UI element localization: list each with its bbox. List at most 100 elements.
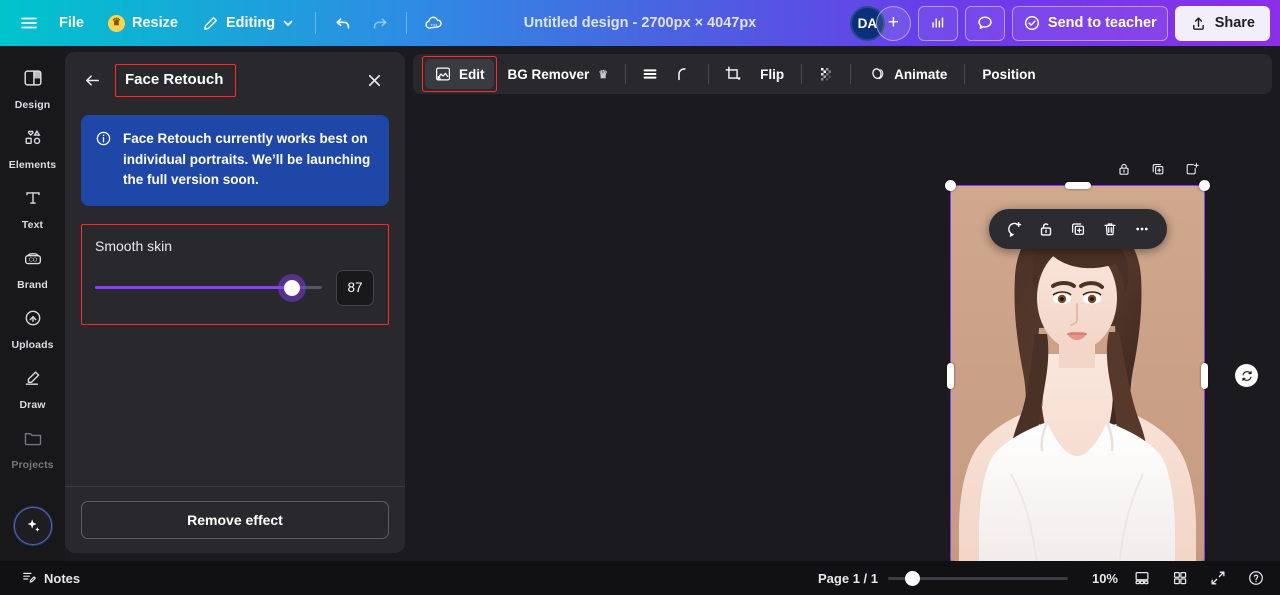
- animate-label: Animate: [894, 67, 947, 82]
- lock-page-icon[interactable]: [1112, 158, 1136, 180]
- presentation-view-icon[interactable]: [1128, 565, 1156, 591]
- share-button[interactable]: Share: [1175, 6, 1270, 41]
- add-page-icon[interactable]: [1180, 158, 1204, 180]
- notes-label: Notes: [44, 571, 80, 586]
- help-question-icon[interactable]: [1242, 565, 1270, 591]
- adjust-lines-icon[interactable]: [634, 59, 666, 89]
- smooth-skin-control-highlight: Smooth skin 87: [81, 224, 389, 325]
- unlock-icon[interactable]: [1031, 214, 1061, 244]
- close-x-icon[interactable]: [359, 65, 389, 95]
- toolbar-divider-4: [850, 64, 851, 84]
- sidebar-item-projects[interactable]: Projects: [3, 418, 63, 478]
- editing-label: Editing: [226, 15, 275, 31]
- sidebar-item-elements-label: Elements: [9, 159, 57, 171]
- comment-button[interactable]: [965, 6, 1005, 41]
- sidebar-item-design-label: Design: [15, 99, 51, 111]
- notes-button[interactable]: Notes: [14, 565, 87, 592]
- resize-button[interactable]: ♛ Resize: [97, 7, 189, 39]
- animate-button[interactable]: Animate: [859, 59, 956, 89]
- edit-button-highlight: Edit: [422, 56, 497, 92]
- sidebar-item-design[interactable]: Design: [3, 58, 63, 118]
- share-label: Share: [1215, 15, 1255, 31]
- fullscreen-expand-icon[interactable]: [1204, 565, 1232, 591]
- send-to-teacher-button[interactable]: Send to teacher: [1012, 6, 1168, 41]
- editing-mode-button[interactable]: Editing: [191, 7, 305, 39]
- resize-handle-top[interactable]: [1065, 182, 1091, 189]
- top-bar: File ♛ Resize Editing: [0, 0, 1280, 46]
- selected-image-element[interactable]: [951, 186, 1204, 561]
- notes-icon: [21, 569, 37, 588]
- elements-shapes-icon: [22, 127, 44, 154]
- position-label: Position: [982, 67, 1035, 82]
- smooth-skin-slider[interactable]: [95, 278, 322, 298]
- smooth-skin-value-input[interactable]: 87: [336, 270, 374, 306]
- zoom-slider-knob[interactable]: [905, 571, 920, 586]
- face-retouch-panel: Face Retouch Face Retouch: [65, 52, 405, 553]
- resize-handle-left[interactable]: [947, 363, 954, 389]
- element-floating-toolbar: [989, 209, 1167, 249]
- sidebar-item-brand[interactable]: CO Brand: [3, 238, 63, 298]
- grid-view-icon[interactable]: [1166, 565, 1194, 591]
- editor-body: Design Elements: [0, 46, 1280, 561]
- info-notice-text: Face Retouch currently works best on ind…: [123, 129, 374, 191]
- add-comment-icon[interactable]: [999, 214, 1029, 244]
- sidebar-item-draw-label: Draw: [19, 399, 45, 411]
- resize-handle-top-left[interactable]: [945, 180, 956, 191]
- add-collaborator-button[interactable]: +: [876, 6, 911, 41]
- redo-icon[interactable]: [362, 7, 396, 39]
- smooth-skin-label: Smooth skin: [95, 238, 374, 254]
- trash-delete-icon[interactable]: [1095, 214, 1125, 244]
- back-arrow-icon[interactable]: [77, 65, 107, 95]
- position-button[interactable]: Position: [973, 59, 1044, 89]
- crown-icon: ♛: [598, 68, 608, 81]
- magic-studio-sparkle-icon[interactable]: [14, 507, 52, 545]
- duplicate-page-icon[interactable]: [1146, 158, 1170, 180]
- sidebar-item-uploads[interactable]: Uploads: [3, 298, 63, 358]
- top-bar-right-group: DA + Send to teacher: [850, 6, 1270, 41]
- cloud-saving-icon[interactable]: [417, 7, 451, 39]
- flip-button[interactable]: Flip: [751, 59, 793, 89]
- bar-chart-icon: [929, 14, 947, 32]
- smooth-skin-slider-row: 87: [95, 270, 374, 306]
- toolbar-divider-2: [406, 12, 407, 34]
- sidebar-item-text[interactable]: Text: [3, 178, 63, 238]
- info-circle-icon: [95, 130, 112, 191]
- bg-remover-button[interactable]: BG Remover ♛: [499, 59, 618, 89]
- edit-image-button[interactable]: Edit: [425, 59, 494, 89]
- crop-icon[interactable]: [717, 59, 749, 89]
- file-menu-button[interactable]: File: [48, 7, 95, 39]
- resize-handle-top-right[interactable]: [1199, 180, 1210, 191]
- canvas-stage[interactable]: Edit BG Remover ♛: [405, 46, 1280, 561]
- file-menu-label: File: [59, 15, 84, 31]
- sidebar-item-projects-label: Projects: [11, 459, 53, 471]
- page-indicator: Page 1 / 1: [818, 571, 878, 586]
- comment-icon: [976, 14, 994, 32]
- zoom-slider[interactable]: [888, 570, 1068, 586]
- transparency-checker-icon[interactable]: [810, 59, 842, 89]
- undo-icon[interactable]: [326, 7, 360, 39]
- panel-footer: Remove effect: [65, 486, 405, 553]
- duplicate-icon[interactable]: [1063, 214, 1093, 244]
- hamburger-menu-icon[interactable]: [12, 7, 46, 39]
- slider-knob[interactable]: [278, 274, 306, 302]
- resize-label: Resize: [132, 15, 178, 31]
- pencil-icon: [202, 15, 219, 32]
- bottom-bar-right-group: Page 1 / 1 10%: [818, 565, 1270, 591]
- sidebar-item-elements[interactable]: Elements: [3, 118, 63, 178]
- sidebar-item-draw[interactable]: Draw: [3, 358, 63, 418]
- upload-cloud-icon: [22, 307, 44, 334]
- more-options-icon[interactable]: [1127, 214, 1157, 244]
- panel-header: Face Retouch: [65, 52, 405, 108]
- zoom-level: 10%: [1078, 571, 1118, 586]
- remove-effect-button[interactable]: Remove effect: [81, 501, 389, 539]
- toolbar-divider: [625, 64, 626, 84]
- insights-button[interactable]: [918, 6, 958, 41]
- sync-refresh-icon[interactable]: [1235, 364, 1258, 387]
- canvas-context-toolbar: Edit BG Remover ♛: [413, 54, 1272, 94]
- corner-radius-icon[interactable]: [668, 59, 700, 89]
- image-edit-icon: [434, 65, 452, 83]
- toolbar-divider-2: [708, 64, 709, 84]
- left-rail: Design Elements: [0, 46, 65, 561]
- top-bar-left-group: File ♛ Resize Editing: [12, 7, 451, 39]
- resize-handle-right[interactable]: [1201, 363, 1208, 389]
